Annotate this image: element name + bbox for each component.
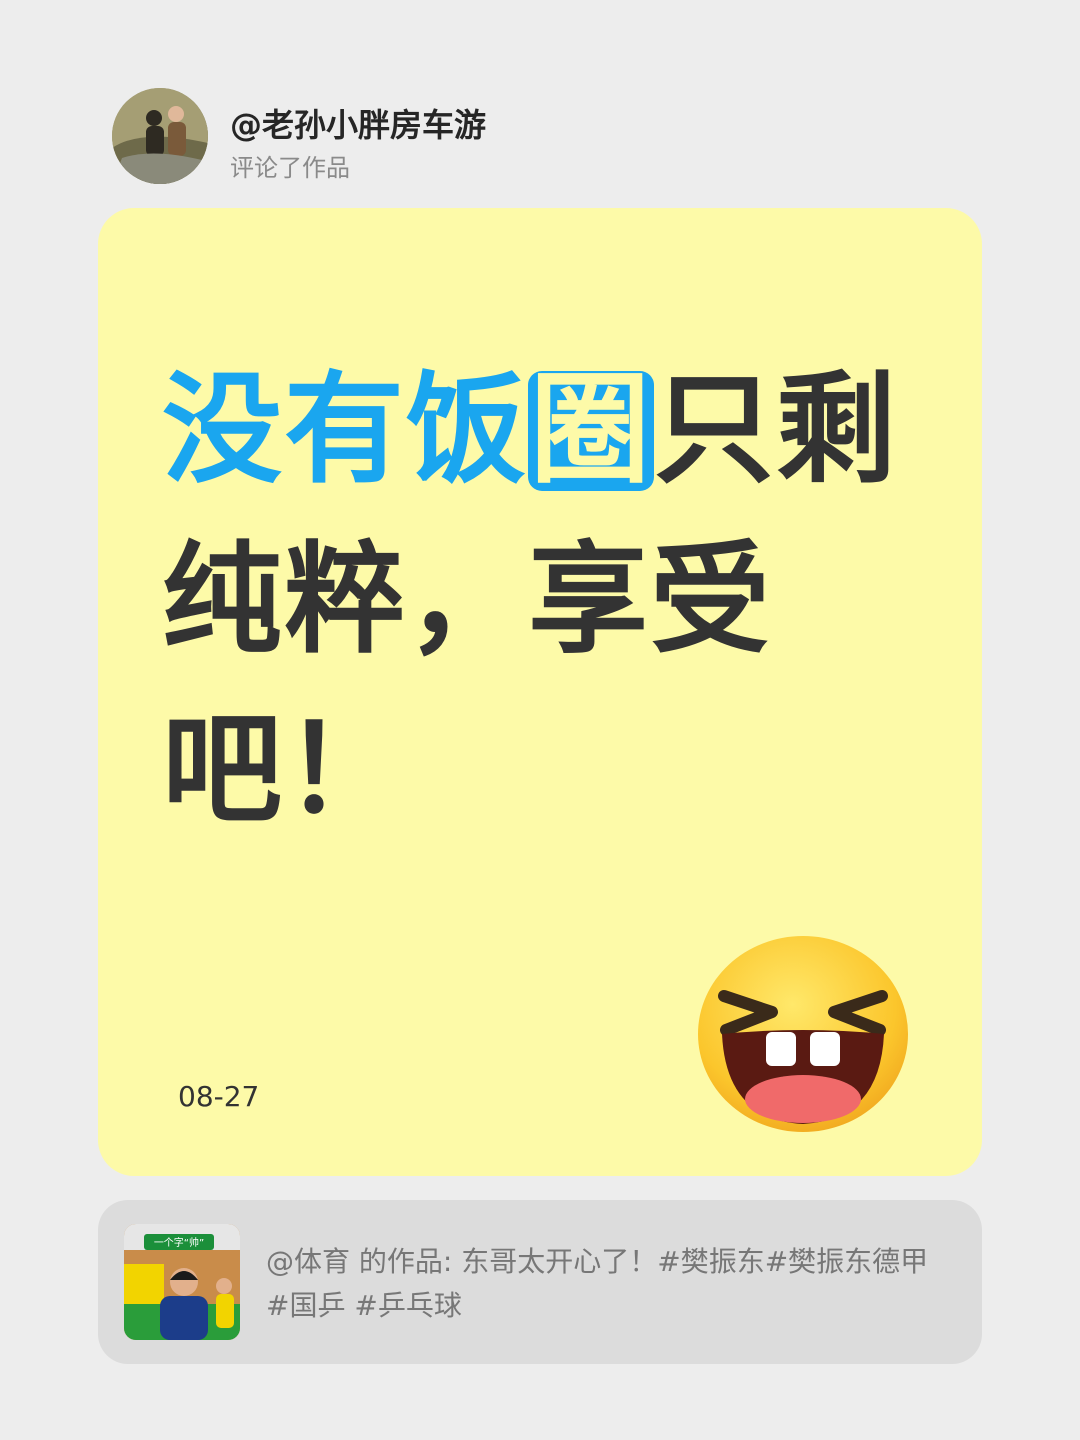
source-work-thumbnail[interactable]: 一个字“帅” [124,1224,240,1340]
comment-date: 08-27 [178,1080,260,1113]
comment-card[interactable]: 没有饭圈只剩纯粹，享受吧！ 08-27 [98,208,982,1176]
source-work-link[interactable]: 一个字“帅” @体育 的作品: 东哥太开心了！#樊振东#樊振东德甲 #国乒 #乒… [98,1200,982,1364]
username[interactable]: @老孙小胖房车游 [230,100,486,146]
source-work-description: @体育 的作品: 东哥太开心了！#樊振东#樊振东德甲 #国乒 #乒乓球 [266,1245,929,1322]
comment-text: 没有饭圈只剩纯粹，享受吧！ [162,346,942,856]
user-avatar[interactable] [112,88,208,184]
laughing-face-icon [694,934,912,1134]
comment-text-boxed-char: 圈 [528,361,654,500]
action-label: 评论了作品 [230,154,350,182]
comment-text-highlight: 没有饭 [162,361,528,500]
thumbnail-caption: 一个字“帅” [154,1236,204,1249]
comment-text-line2: 纯粹，享受 [162,531,772,670]
comment-text-line1-rest: 只剩 [654,361,898,500]
comment-text-line3: 吧！ [162,701,406,840]
comment-header: @老孙小胖房车游 评论了作品 [112,88,912,184]
